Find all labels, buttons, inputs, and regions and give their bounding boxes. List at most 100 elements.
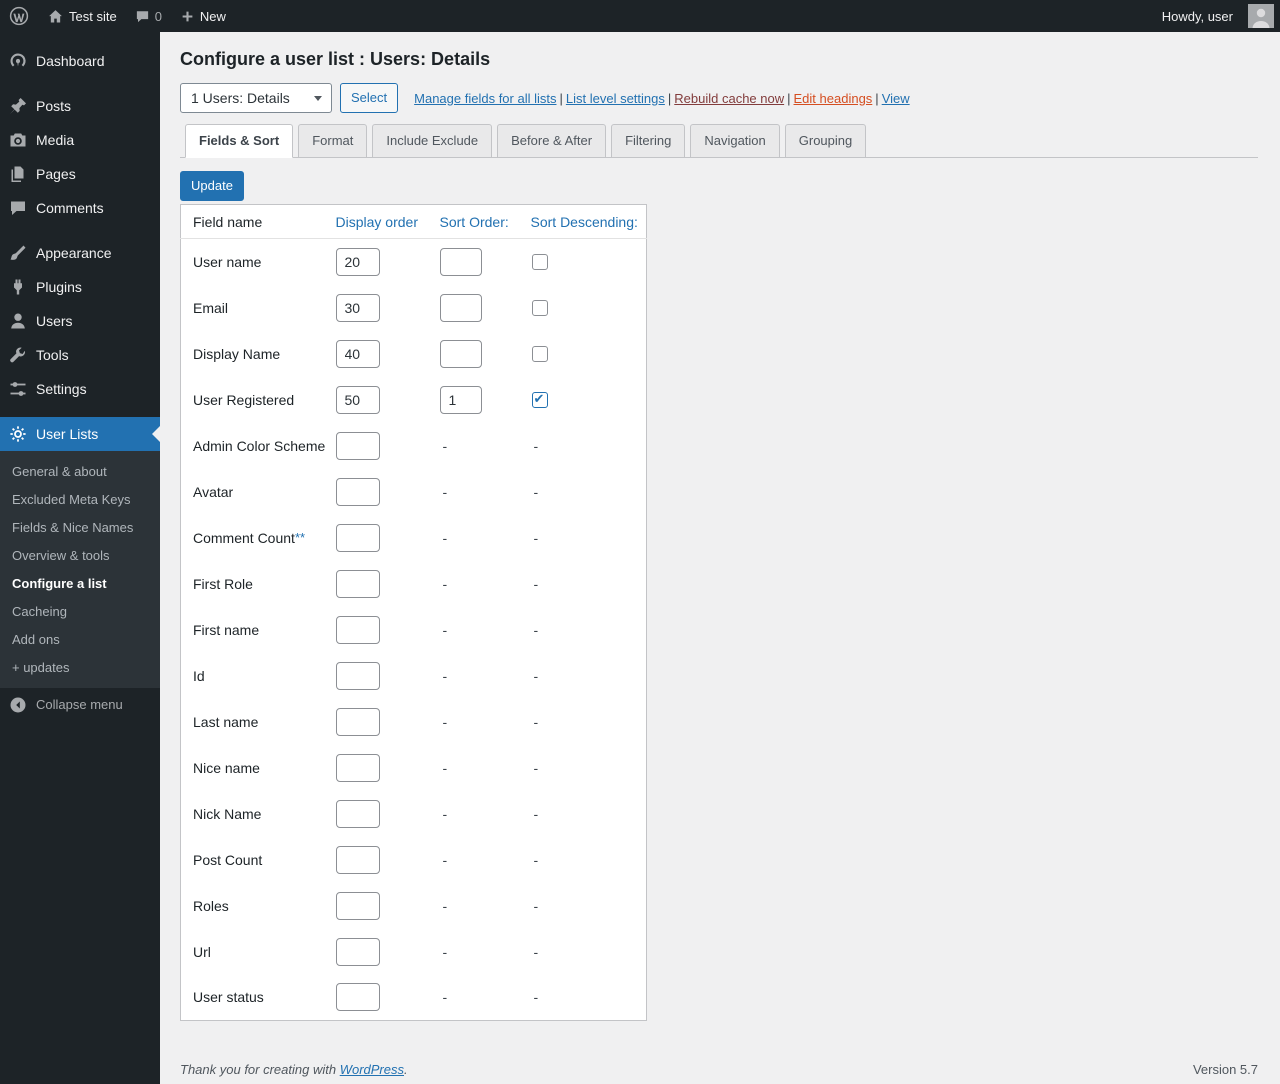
field-name: Comment Count	[193, 530, 295, 546]
display-order-input[interactable]	[336, 800, 380, 828]
sidebar-item-label: Users	[36, 311, 73, 331]
tab-grouping[interactable]: Grouping	[785, 124, 866, 158]
action-link-list-level-settings[interactable]: List level settings	[566, 91, 665, 106]
sidebar-item-user-lists[interactable]: User Lists	[0, 417, 160, 451]
list-select[interactable]: 1 Users: Details	[180, 83, 332, 113]
sidebar-item-label: Posts	[36, 96, 71, 116]
field-name: Url	[193, 944, 211, 960]
display-order-input[interactable]	[336, 616, 380, 644]
collapse-arrow-icon	[8, 695, 28, 715]
action-link-manage-fields-for-all-lists[interactable]: Manage fields for all lists	[414, 91, 556, 106]
submenu-item-cacheing[interactable]: Cacheing	[0, 598, 160, 626]
sidebar-item-tools[interactable]: Tools	[0, 338, 160, 372]
display-order-input[interactable]	[336, 754, 380, 782]
submenu-item-fields-nice-names[interactable]: Fields & Nice Names	[0, 514, 160, 542]
sort-descending-checkbox[interactable]	[532, 346, 548, 362]
display-order-input[interactable]	[336, 938, 380, 966]
sidebar-item-appearance[interactable]: Appearance	[0, 236, 160, 270]
display-order-input[interactable]	[336, 478, 380, 506]
field-row-post-count: Post Count--	[181, 837, 647, 883]
field-row-comment-count: Comment Count**--	[181, 515, 647, 561]
avatar[interactable]	[1242, 0, 1274, 32]
sort-descending-checkbox[interactable]	[532, 254, 548, 270]
display-order-input[interactable]	[336, 248, 380, 276]
link-separator: |	[875, 91, 878, 106]
submenu-item-overview-tools[interactable]: Overview & tools	[0, 542, 160, 570]
admin-bar-left: Test site 0 New	[0, 0, 235, 32]
display-order-input[interactable]	[336, 662, 380, 690]
tab-filtering[interactable]: Filtering	[611, 124, 685, 158]
update-button[interactable]: Update	[180, 171, 244, 201]
submenu-item-add-ons[interactable]: Add ons	[0, 626, 160, 654]
sidebar-item-label: Appearance	[36, 243, 112, 263]
display-order-input[interactable]	[336, 846, 380, 874]
sort-order-input[interactable]	[440, 340, 482, 368]
field-name: Roles	[193, 898, 229, 914]
display-order-input[interactable]	[336, 892, 380, 920]
wordpress-menu[interactable]	[0, 0, 38, 32]
display-order-input[interactable]	[336, 983, 380, 1011]
plugins-icon	[8, 277, 28, 297]
display-order-input[interactable]	[336, 432, 380, 460]
sidebar-item-posts[interactable]: Posts	[0, 89, 160, 123]
column-header-display-order[interactable]: Display order	[335, 205, 439, 239]
column-header-sort-descending[interactable]: Sort Descending:	[530, 205, 647, 239]
display-order-input[interactable]	[336, 294, 380, 322]
action-link-edit-headings[interactable]: Edit headings	[794, 91, 873, 106]
empty-marker: -	[440, 852, 448, 868]
sort-descending-checkbox[interactable]	[532, 300, 548, 316]
sidebar-item-settings[interactable]: Settings	[0, 372, 160, 406]
display-order-input[interactable]	[336, 570, 380, 598]
sort-order-input[interactable]	[440, 248, 482, 276]
tab-before-after[interactable]: Before & After	[497, 124, 606, 158]
sidebar-item-users[interactable]: Users	[0, 304, 160, 338]
field-name: User status	[193, 989, 264, 1005]
submenu-item-updates[interactable]: + updates	[0, 654, 160, 682]
display-order-input[interactable]	[336, 386, 380, 414]
empty-marker: -	[531, 760, 539, 776]
empty-marker: -	[531, 806, 539, 822]
site-name-menu[interactable]: Test site	[38, 0, 126, 32]
field-row-first-name: First name--	[181, 607, 647, 653]
tab-format[interactable]: Format	[298, 124, 367, 158]
sort-order-input[interactable]	[440, 386, 482, 414]
sidebar-item-comments[interactable]: Comments	[0, 191, 160, 225]
sidebar-item-dashboard[interactable]: Dashboard	[0, 44, 160, 78]
sort-descending-checkbox[interactable]	[532, 392, 548, 408]
empty-marker: -	[531, 576, 539, 592]
field-name: User Registered	[193, 392, 294, 408]
collapse-menu-button[interactable]: Collapse menu	[0, 688, 160, 722]
display-order-input[interactable]	[336, 708, 380, 736]
comments-shortcut[interactable]: 0	[126, 0, 171, 32]
sidebar-item-label: Settings	[36, 379, 87, 399]
field-row-nick-name: Nick Name--	[181, 791, 647, 837]
action-link-view[interactable]: View	[882, 91, 910, 106]
link-separator: |	[668, 91, 671, 106]
display-order-input[interactable]	[336, 524, 380, 552]
sort-order-input[interactable]	[440, 294, 482, 322]
my-account-menu[interactable]: Howdy, user	[1153, 0, 1242, 32]
sidebar-item-media[interactable]: Media	[0, 123, 160, 157]
field-row-nice-name: Nice name--	[181, 745, 647, 791]
sidebar-item-plugins[interactable]: Plugins	[0, 270, 160, 304]
submenu-item-general-about[interactable]: General & about	[0, 458, 160, 486]
home-icon	[47, 8, 64, 25]
sidebar-item-pages[interactable]: Pages	[0, 157, 160, 191]
new-content-menu[interactable]: New	[171, 0, 235, 32]
select-button[interactable]: Select	[340, 83, 398, 113]
sidebar-item-label: Pages	[36, 164, 76, 184]
submenu-item-excluded-meta-keys[interactable]: Excluded Meta Keys	[0, 486, 160, 514]
appearance-icon	[8, 243, 28, 263]
action-link-rebuild-cache-now[interactable]: Rebuild cache now	[674, 91, 784, 106]
tab-include-exclude[interactable]: Include Exclude	[372, 124, 492, 158]
wordpress-link[interactable]: WordPress	[340, 1062, 404, 1077]
tab-navigation[interactable]: Navigation	[690, 124, 779, 158]
field-row-first-role: First Role--	[181, 561, 647, 607]
column-header-sort-order[interactable]: Sort Order:	[439, 205, 530, 239]
display-order-input[interactable]	[336, 340, 380, 368]
sidebar-item-label: User Lists	[36, 424, 98, 444]
tab-fields-sort[interactable]: Fields & Sort	[185, 124, 293, 158]
submenu-item-configure-a-list[interactable]: Configure a list	[0, 570, 160, 598]
main-content: Configure a user list : Users: Details 1…	[160, 32, 1280, 1084]
field-row-admin-color-scheme: Admin Color Scheme--	[181, 423, 647, 469]
